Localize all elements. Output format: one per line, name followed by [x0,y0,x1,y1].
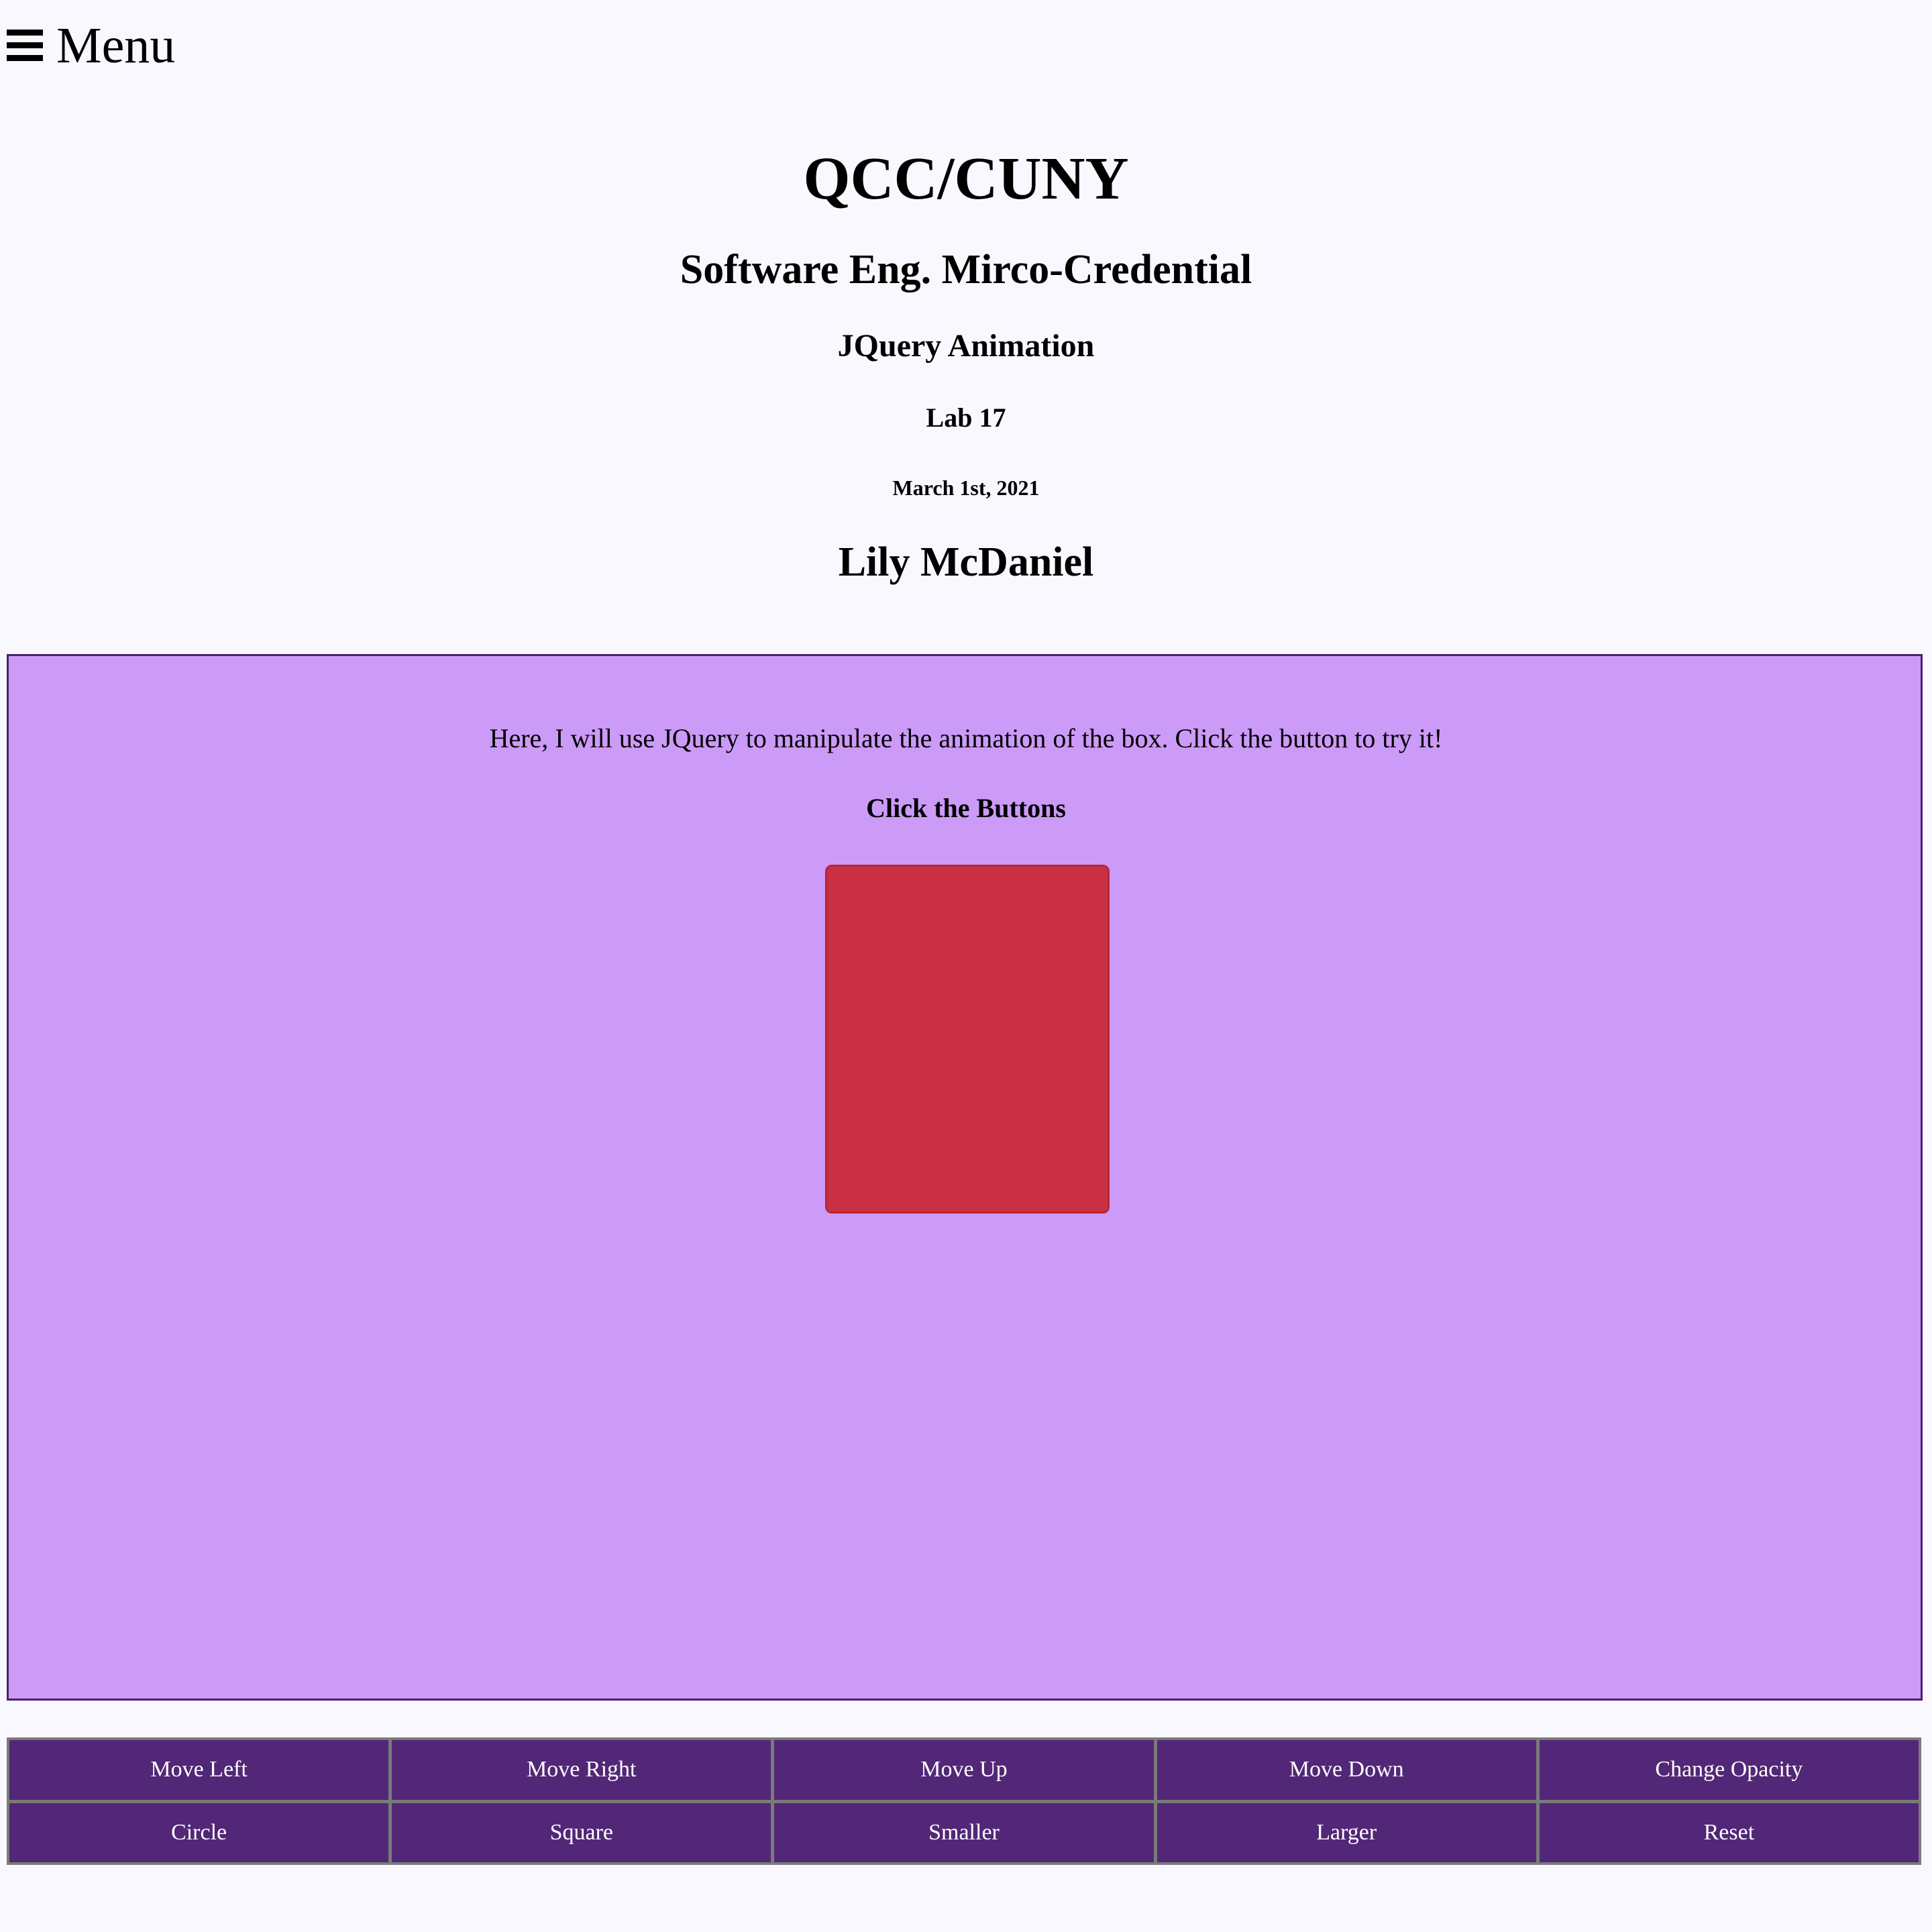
menu-label: Menu [56,17,176,74]
lab-title: Lab 17 [926,402,1006,433]
stage-description: Here, I will use JQuery to manipulate th… [489,723,1443,753]
smaller-button[interactable]: Smaller [774,1803,1154,1862]
school-title: QCC/CUNY [803,146,1129,212]
date-title: March 1st, 2021 [892,476,1040,500]
reset-button[interactable]: Reset [1539,1803,1919,1862]
square-button[interactable]: Square [392,1803,771,1862]
control-buttons: Move Left Move Right Move Up Move Down C… [7,1737,1921,1865]
circle-button[interactable]: Circle [9,1803,389,1862]
menu-toggle[interactable]: Menu [7,13,175,78]
move-up-button[interactable]: Move Up [774,1740,1154,1800]
larger-button[interactable]: Larger [1157,1803,1536,1862]
hamburger-icon [7,30,43,62]
change-opacity-button[interactable]: Change Opacity [1539,1740,1919,1800]
stage-heading: Click the Buttons [866,793,1066,823]
animated-box [825,865,1110,1214]
move-right-button[interactable]: Move Right [392,1740,771,1800]
topic-title: JQuery Animation [837,328,1095,364]
program-title: Software Eng. Mirco-Credential [680,247,1252,292]
author-name: Lily McDaniel [838,539,1094,585]
move-down-button[interactable]: Move Down [1157,1740,1536,1800]
move-left-button[interactable]: Move Left [9,1740,389,1800]
